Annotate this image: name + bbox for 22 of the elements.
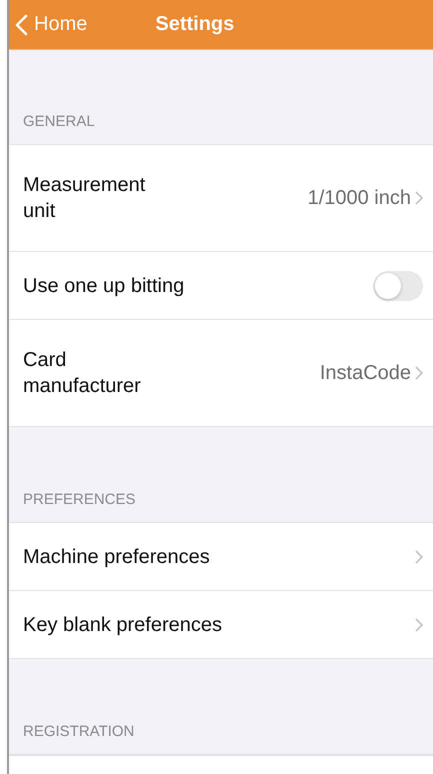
- back-chevron-icon: [15, 14, 28, 36]
- toggle-switch[interactable]: [373, 270, 423, 300]
- chevron-icon: [415, 366, 423, 380]
- row-label: Machine preferences: [23, 544, 211, 570]
- chevron-icon: [415, 618, 423, 632]
- row-label: Card manufacturer: [23, 348, 142, 399]
- chevron-icon: [415, 191, 423, 205]
- settings-row[interactable]: Measurement unit 1/1000 inch: [9, 145, 433, 252]
- row-value: InstaCode: [320, 362, 411, 384]
- screen-title: Settings: [155, 13, 234, 36]
- row-label: Use one up bitting: [23, 274, 186, 298]
- section-header: GENERAL: [22, 113, 96, 132]
- settings-row[interactable]: Card manufacturer InstaCode: [9, 320, 433, 426]
- settings-row[interactable]: Machine preferences: [9, 523, 433, 591]
- chevron-icon: [415, 550, 423, 564]
- settings-row[interactable]: Use one up bitting: [9, 252, 433, 320]
- row-value: 1/1000 inch: [308, 186, 411, 210]
- section-header: PREFERENCES: [22, 491, 137, 510]
- row-label: Measurement unit: [23, 173, 146, 224]
- section-header: REGISTRATION: [22, 723, 136, 742]
- row-label: Key blank preferences: [23, 612, 224, 638]
- settings-row[interactable]: Key blank preferences: [9, 591, 433, 658]
